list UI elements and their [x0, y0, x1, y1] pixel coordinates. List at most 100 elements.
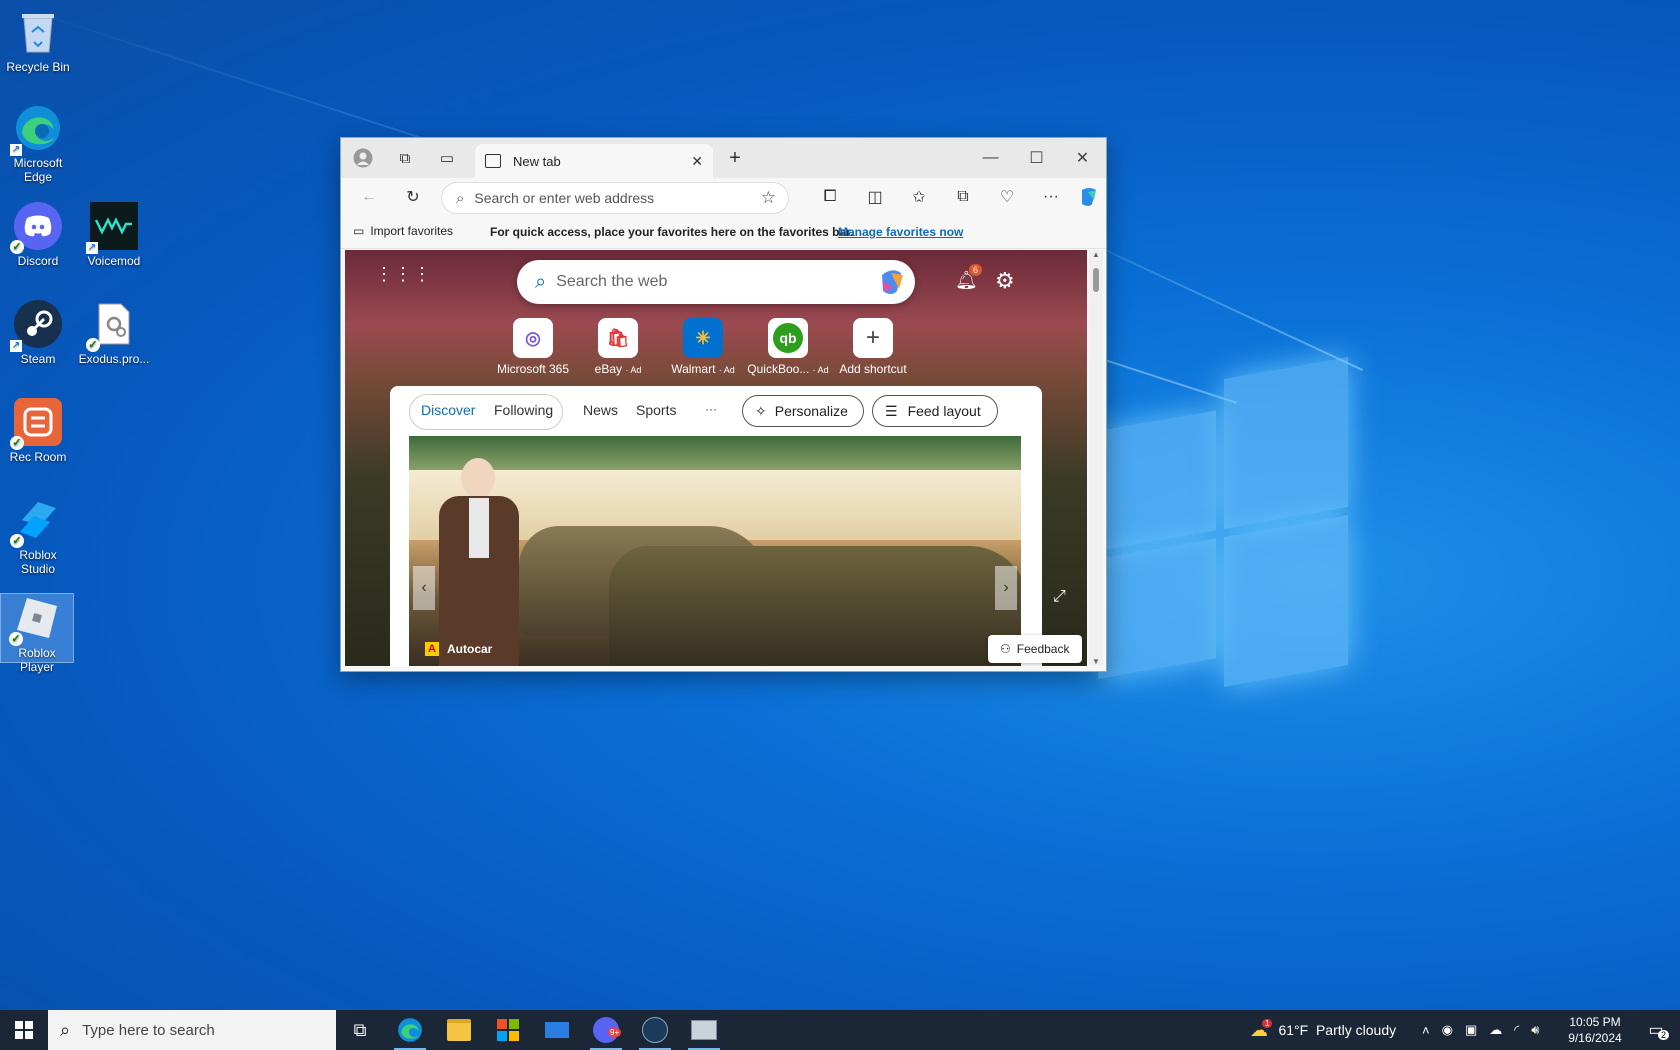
ad-label: · Ad	[812, 365, 829, 375]
desktop-icon-voicemod[interactable]: ↗ Voicemod	[78, 202, 150, 268]
maximize-button[interactable]: ☐	[1014, 138, 1059, 178]
shortcut-walmart[interactable]: ✳ Walmart · Ad	[661, 318, 745, 376]
scroll-down-icon[interactable]: ▼	[1092, 657, 1100, 666]
close-window-button[interactable]: ✕	[1060, 138, 1105, 178]
maximize-icon: ☐	[1029, 150, 1044, 167]
start-button[interactable]	[0, 1010, 48, 1050]
notifications-button[interactable]: 🔔︎ 6	[955, 264, 983, 291]
minimize-button[interactable]: —	[968, 138, 1013, 178]
tab-news[interactable]: News	[583, 402, 618, 418]
refresh-button[interactable]: ↻	[399, 183, 427, 211]
scrollbar-thumb[interactable]	[1093, 268, 1099, 292]
desktop-icon-discord[interactable]: ✓ Discord	[2, 202, 74, 268]
taskbar-microsoft-store[interactable]	[484, 1010, 532, 1050]
microsoft-365-icon: ◎	[513, 318, 553, 358]
shortcut-arrow-icon: ↗	[10, 340, 22, 352]
close-tab-icon[interactable]: ✕	[691, 153, 703, 170]
carousel-prev-button[interactable]: ‹	[413, 566, 435, 610]
tab-discover[interactable]: Discover	[421, 402, 475, 418]
tab-sports[interactable]: Sports	[636, 402, 676, 418]
tab-following[interactable]: Following	[494, 402, 553, 418]
onedrive-cloud-icon[interactable]: ☁	[1489, 1022, 1502, 1038]
browser-essentials-button[interactable]: ♡	[993, 183, 1021, 211]
address-bar[interactable]: ⌕ Search or enter web address ☆	[441, 182, 789, 214]
tab-actions-button[interactable]: ▭	[433, 144, 461, 172]
shortcut-ebay[interactable]: 🛍︎ eBay · Ad	[576, 318, 660, 376]
desktop-icon-recycle-bin[interactable]: Recycle Bin	[2, 8, 74, 74]
desktop-icon-roblox-player[interactable]: ✓ Roblox Player	[0, 593, 74, 674]
profile-button[interactable]	[349, 144, 377, 172]
address-placeholder: Search or enter web address	[474, 190, 655, 206]
collections-button[interactable]: ⧉	[949, 183, 977, 211]
snipping-tool-icon	[691, 1020, 717, 1040]
weather-widget[interactable]: ☁ 1 61°F Partly cloudy	[1250, 1010, 1396, 1050]
desktop-icon-roblox-studio[interactable]: ✓ Roblox Studio	[2, 496, 74, 576]
more-icon: ···	[1043, 188, 1059, 205]
workspaces-button[interactable]: ⧉	[391, 144, 419, 172]
import-favorites-button[interactable]: ▭ Import favorites	[353, 224, 453, 238]
settings-more-button[interactable]: ···	[1037, 183, 1065, 211]
article-source[interactable]: A Autocar	[425, 642, 492, 656]
chevron-up-icon[interactable]: ˄	[1422, 1023, 1430, 1038]
taskbar-discord[interactable]: 9+	[582, 1010, 630, 1050]
desktop-icon-steam[interactable]: ↗ Steam	[2, 300, 74, 366]
shortcut-arrow-icon: ↗	[86, 242, 98, 254]
personalize-button[interactable]: ✧ Personalize	[742, 395, 864, 427]
extensions-button[interactable]: ⧠	[816, 183, 844, 211]
sync-check-icon: ✓	[10, 240, 24, 254]
taskbar-search-placeholder: Type here to search	[82, 1021, 215, 1039]
desktop-icon-exodus[interactable]: ✓ Exodus.pro...	[78, 300, 150, 366]
sparkle-icon: ✧	[755, 402, 767, 419]
feed-layout-button[interactable]: ☰ Feed layout	[872, 395, 998, 427]
favorites-button[interactable]: ✩	[905, 183, 933, 211]
hero-article-card[interactable]: ‹ › A Autocar	[409, 436, 1021, 666]
taskbar-search-box[interactable]: ⌕ Type here to search	[48, 1010, 336, 1050]
action-center-button[interactable]: ▭ 2	[1636, 1010, 1676, 1050]
folder-icon	[447, 1019, 471, 1041]
gear-icon: ⚙	[995, 268, 1015, 293]
record-icon[interactable]: ◉	[1442, 1022, 1453, 1038]
roblox-studio-icon: ✓	[10, 496, 62, 548]
back-button[interactable]: ←	[355, 183, 383, 211]
taskbar-snipping-tool[interactable]	[680, 1010, 728, 1050]
shortcut-quickbooks[interactable]: qb QuickBoo... · Ad	[746, 318, 830, 376]
copilot-icon[interactable]	[877, 267, 907, 297]
task-view-button[interactable]: ⧉	[336, 1010, 384, 1050]
copilot-button[interactable]	[1075, 183, 1103, 211]
favorites-bar-message: For quick access, place your favorites h…	[490, 225, 854, 239]
shortcut-microsoft-365[interactable]: ◎ Microsoft 365	[491, 318, 575, 376]
split-screen-button[interactable]: ◫	[861, 183, 889, 211]
more-tabs-button[interactable]: ···	[705, 402, 717, 416]
taskbar-edge[interactable]	[386, 1010, 434, 1050]
new-tab-page: ⋮⋮⋮ ⌕ Search the web 🔔︎ 6 ⚙ ◎ Microsoft …	[345, 250, 1087, 666]
taskbar-file-explorer[interactable]	[435, 1010, 483, 1050]
volume-icon[interactable]: 🔊︎	[1531, 1022, 1539, 1038]
feedback-button[interactable]: ⚇ Feedback	[988, 635, 1082, 663]
desktop-icon-microsoft-edge[interactable]: ↗ Microsoft Edge	[2, 104, 74, 184]
desktop-icon-rec-room[interactable]: ✓ Rec Room	[2, 398, 74, 464]
shortcut-label: Microsoft 365	[496, 362, 570, 376]
carousel-next-button[interactable]: ›	[995, 566, 1017, 610]
page-settings-button[interactable]: ⚙	[995, 268, 1015, 294]
manage-favorites-link[interactable]: Manage favorites now	[838, 225, 963, 239]
network-icon[interactable]: ◜	[1514, 1022, 1519, 1038]
favorite-star-icon[interactable]: ☆	[761, 188, 776, 208]
chevron-left-icon: ‹	[421, 579, 427, 596]
tab-new-tab[interactable]: New tab ✕	[475, 144, 713, 178]
taskbar-mail[interactable]	[533, 1010, 581, 1050]
new-tab-button[interactable]: +	[721, 144, 749, 172]
edge-browser-window: ⧉ ▭ New tab ✕ + — ☐ ✕ ← ↻ ⌕ Search or en…	[340, 137, 1107, 672]
weather-text: 61°F Partly cloudy	[1278, 1022, 1397, 1038]
ntp-search-box[interactable]: ⌕ Search the web	[517, 260, 915, 304]
apps-launcher-button[interactable]: ⋮⋮⋮	[375, 265, 432, 283]
meet-now-icon[interactable]: ▣	[1465, 1022, 1477, 1038]
add-shortcut-button[interactable]: + Add shortcut	[831, 318, 915, 376]
person-image	[429, 456, 524, 666]
page-scrollbar[interactable]: ▲ ▼	[1089, 250, 1103, 666]
taskbar-steam[interactable]	[631, 1010, 679, 1050]
scroll-up-icon[interactable]: ▲	[1092, 250, 1100, 259]
expand-button[interactable]: ⤢	[1053, 588, 1066, 606]
action-center-badge: 2	[1658, 1030, 1670, 1040]
notification-badge: 6	[969, 264, 983, 276]
clock[interactable]: 10:05 PM 9/16/2024	[1560, 1014, 1630, 1046]
